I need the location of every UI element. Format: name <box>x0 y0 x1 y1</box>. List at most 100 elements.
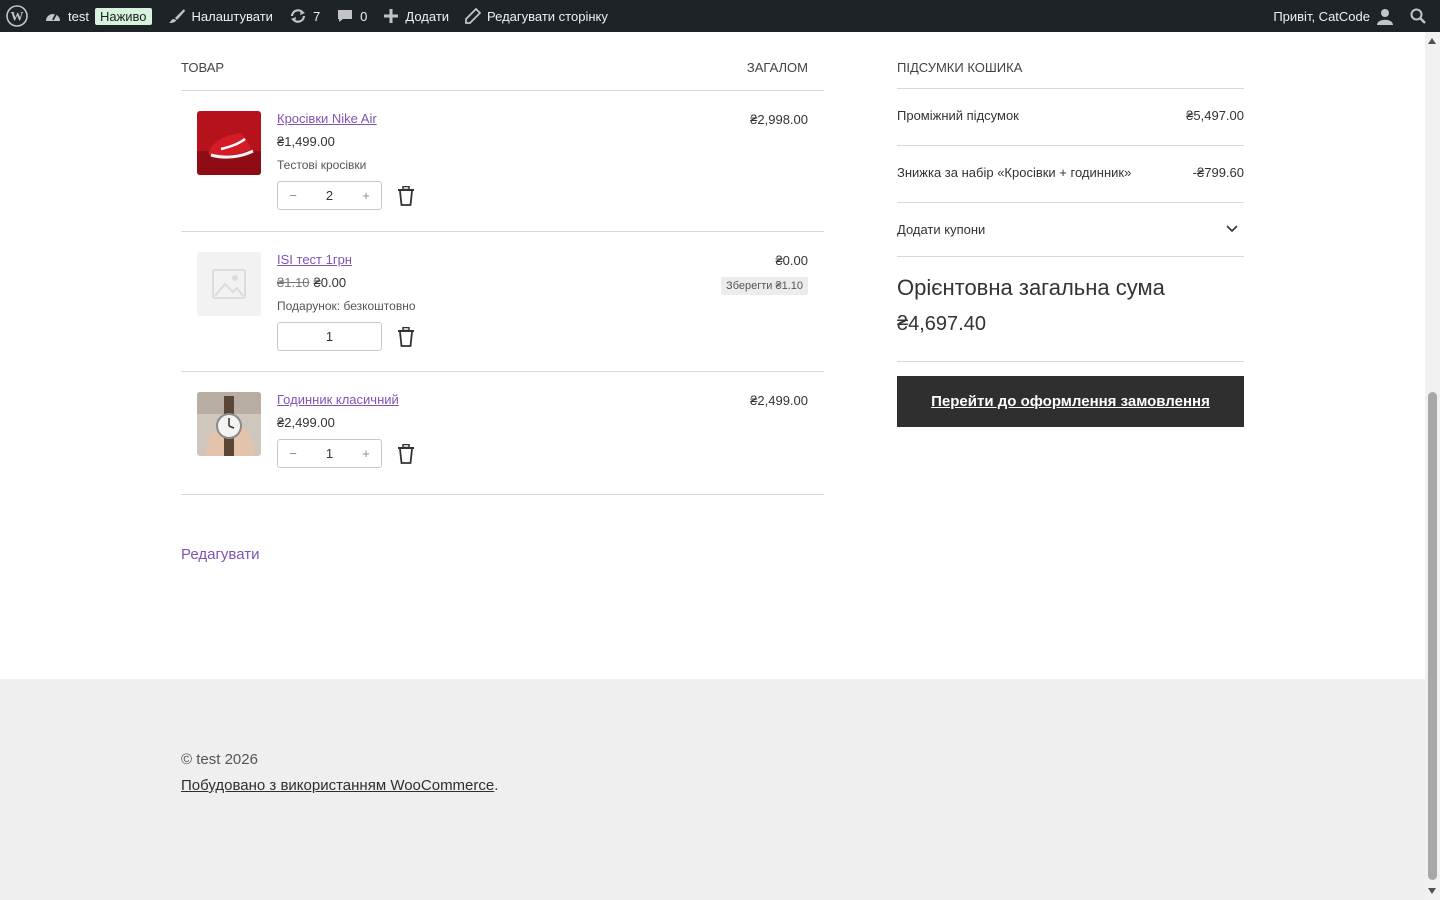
line-total-block: ₴0.00 Зберегти ₴1.10 <box>721 253 808 295</box>
wordpress-logo-icon: W <box>6 5 28 27</box>
proceed-to-checkout-button[interactable]: Перейти до оформлення замовлення <box>897 376 1244 427</box>
decrease-quantity-button[interactable]: − <box>288 446 298 461</box>
user-avatar-icon <box>1377 9 1393 25</box>
greeting-label: Привіт, CatCode <box>1273 8 1370 24</box>
estimated-total-value: ₴4,697.40 <box>897 313 986 335</box>
cart-item-row: ISI тест 1грн ₴1.10 ₴0.00 Подарунок: безк… <box>181 232 824 372</box>
product-link[interactable]: Кросівки Nike Air <box>277 111 415 126</box>
updates-count: 7 <box>312 8 321 24</box>
customize-button[interactable]: Налаштувати <box>160 0 281 32</box>
add-new-label: Додати <box>405 8 450 24</box>
product-price: ₴2,499.00 <box>277 415 335 430</box>
quantity-controls: − 2 + <box>277 181 415 210</box>
coupon-label: Додати купони <box>897 222 986 237</box>
product-link[interactable]: ISI тест 1грн <box>277 252 416 267</box>
line-total: ₴2,998.00 <box>750 112 808 127</box>
quantity-stepper[interactable]: − 1 + <box>277 439 382 468</box>
scroll-down-arrow[interactable] <box>1428 888 1436 894</box>
quantity-stepper[interactable]: − 2 + <box>277 181 382 210</box>
coupon-toggle[interactable]: Додати купони <box>897 203 1244 257</box>
subtotal-value: ₴5,497.00 <box>1186 108 1244 123</box>
image-placeholder-icon <box>212 269 246 299</box>
estimated-total-label: Орієнтовна загальна сума <box>897 275 1165 300</box>
cart-item-row: Кросівки Nike Air ₴1,499.00 Тестові крос… <box>181 91 824 232</box>
quantity-value[interactable]: 1 <box>326 446 333 461</box>
product-link[interactable]: Годинник класичний <box>277 392 415 407</box>
cart-item-details: Годинник класичний ₴2,499.00 − 1 + <box>277 392 415 468</box>
cart-item-details: ISI тест 1грн ₴1.10 ₴0.00 Подарунок: безк… <box>277 252 416 351</box>
cart-totals-heading: ПІДСУМКИ КОШИКА <box>897 60 1023 75</box>
chevron-down-icon <box>1226 225 1238 233</box>
sale-price: ₴0.00 <box>313 275 347 290</box>
increase-quantity-button[interactable]: + <box>361 188 371 203</box>
quantity-value[interactable]: 2 <box>326 188 333 203</box>
cart-totals-header: ПІДСУМКИ КОШИКА <box>897 32 1244 89</box>
savings-badge: Зберегти ₴1.10 <box>721 277 808 295</box>
site-name-menu[interactable]: test Наживо <box>36 0 160 32</box>
discount-row: Знижка за набір «Кросівки + годинник» -₴… <box>897 146 1244 203</box>
cart-item-details: Кросівки Nike Air ₴1,499.00 Тестові крос… <box>277 111 415 210</box>
column-header-product: ТОВАР <box>181 60 225 75</box>
quantity-stepper[interactable]: 1 <box>277 322 382 351</box>
search-icon <box>1410 8 1426 24</box>
increase-quantity-button[interactable]: + <box>361 446 371 461</box>
trash-icon[interactable] <box>397 326 415 347</box>
line-total: ₴0.00 <box>775 253 808 268</box>
line-total: ₴2,499.00 <box>750 393 808 408</box>
edit-page-link[interactable]: Редагувати <box>181 546 260 563</box>
quantity-value[interactable]: 1 <box>326 329 333 344</box>
admin-bar: W test Наживо Налаштувати 7 0 Додати Ред… <box>0 0 1440 32</box>
wordpress-logo-button[interactable]: W <box>0 0 36 32</box>
product-price: ₴1,499.00 <box>277 134 335 149</box>
scrollbar-thumb[interactable] <box>1428 392 1437 880</box>
live-status-badge: Наживо <box>94 7 152 25</box>
product-price: ₴1.10 ₴0.00 <box>277 275 416 290</box>
cart-totals: ПІДСУМКИ КОШИКА Проміжний підсумок ₴5,49… <box>897 32 1244 427</box>
comment-icon <box>338 10 353 22</box>
site-footer: © test 2026 Побудовано з використанням W… <box>0 679 1425 900</box>
sneaker-image <box>197 111 261 175</box>
discount-value: -₴799.60 <box>1192 165 1244 180</box>
pencil-icon <box>465 8 482 24</box>
admin-search-button[interactable] <box>1402 0 1440 32</box>
add-new-button[interactable]: Додати <box>375 0 457 32</box>
dashboard-icon <box>46 13 60 21</box>
woocommerce-link[interactable]: Побудовано з використанням WooCommerce <box>181 777 494 794</box>
svg-text:W: W <box>11 9 24 24</box>
quantity-controls: − 1 + <box>277 439 415 468</box>
updates-icon <box>290 9 306 23</box>
product-image-placeholder[interactable] <box>197 252 261 316</box>
subtotal-label: Проміжний підсумок <box>897 108 1019 123</box>
product-image-sneakers[interactable] <box>197 111 261 175</box>
trash-icon[interactable] <box>397 443 415 464</box>
account-menu[interactable]: Привіт, CatCode <box>1265 0 1402 32</box>
site-name: test <box>68 8 89 24</box>
cart-items-table: ТОВАР ЗАГАЛОМ Кросівки Nike Air ₴1,499.0… <box>181 32 824 495</box>
watch-image <box>197 392 261 456</box>
comments-count: 0 <box>360 8 368 24</box>
decrease-quantity-button[interactable]: − <box>288 188 298 203</box>
plus-icon <box>384 9 399 23</box>
scroll-up-arrow[interactable] <box>1428 38 1436 44</box>
page-scrollbar[interactable] <box>1425 32 1440 900</box>
cart-table-header: ТОВАР ЗАГАЛОМ <box>181 32 824 91</box>
original-price: ₴1.10 <box>277 275 310 290</box>
product-image-watch[interactable] <box>197 392 261 456</box>
product-description: Тестові кросівки <box>277 158 367 172</box>
edit-page-button[interactable]: Редагувати сторінку <box>457 0 616 32</box>
estimated-total: Орієнтовна загальна сума ₴4,697.40 <box>897 257 1244 362</box>
column-header-total: ЗАГАЛОМ <box>746 60 808 75</box>
built-with-period: . <box>494 777 499 794</box>
built-with-text: Побудовано з використанням WooCommerce. <box>181 777 498 794</box>
discount-label: Знижка за набір «Кросівки + годинник» <box>897 165 1132 180</box>
quantity-controls: 1 <box>277 322 416 351</box>
edit-page-label: Редагувати сторінку <box>487 8 608 24</box>
subtotal-row: Проміжний підсумок ₴5,497.00 <box>897 89 1244 146</box>
comments-button[interactable]: 0 <box>328 0 375 32</box>
cart-item-row: Годинник класичний ₴2,499.00 − 1 + ₴2,49… <box>181 372 824 495</box>
updates-button[interactable]: 7 <box>281 0 328 32</box>
product-description: Подарунок: безкоштовно <box>277 299 416 313</box>
brush-icon <box>168 9 185 23</box>
customize-label: Налаштувати <box>191 8 273 24</box>
trash-icon[interactable] <box>397 185 415 206</box>
